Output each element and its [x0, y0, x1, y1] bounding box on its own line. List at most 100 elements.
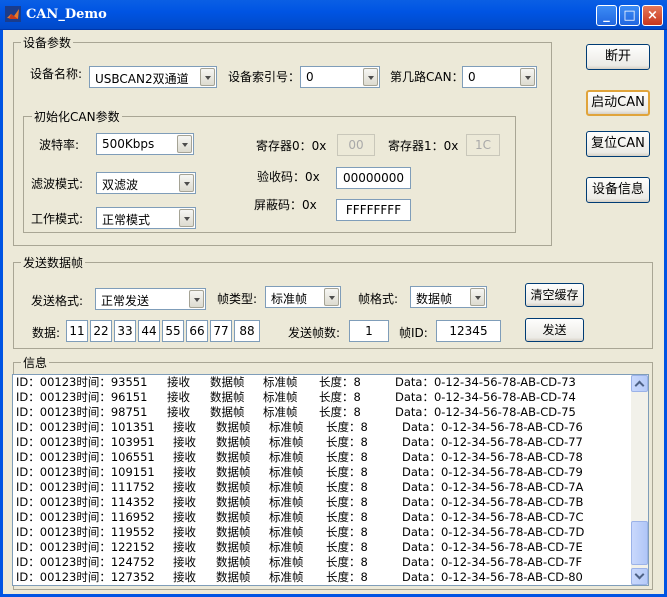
baud-select[interactable]: 500Kbps — [96, 133, 194, 155]
send-count-field[interactable]: 1 — [349, 320, 389, 342]
list-cell: 标准帧 — [263, 375, 298, 389]
list-cell: ID：00123时间：119552 — [16, 525, 155, 539]
list-cell: 接收 — [167, 405, 190, 419]
list-cell: 数据帧 — [216, 540, 251, 554]
device-params-legend: 设备参数 — [21, 34, 74, 51]
device-index-select[interactable]: 0 — [300, 66, 380, 88]
list-cell: 接收 — [173, 420, 196, 434]
maximize-button[interactable]: □ — [619, 5, 640, 26]
list-cell: 长度：8 — [319, 390, 361, 404]
list-cell: 标准帧 — [269, 540, 304, 554]
reset-can-button[interactable]: 复位CAN — [586, 131, 650, 157]
dropdown-arrow-icon[interactable] — [177, 135, 192, 153]
work-mode-value: 正常模式 — [102, 213, 151, 227]
scroll-up-icon[interactable] — [631, 375, 648, 392]
dropdown-arrow-icon[interactable] — [470, 288, 485, 306]
list-cell: 标准帧 — [269, 570, 304, 584]
dropdown-arrow-icon[interactable] — [179, 209, 194, 227]
dropdown-arrow-icon[interactable] — [363, 68, 378, 86]
title-bar[interactable]: CAN_Demo _ □ × — [0, 0, 667, 30]
list-cell: ID：00123时间：122152 — [16, 540, 155, 554]
frame-id-label: 帧ID: — [399, 326, 428, 340]
can-channel-label: 第几路CAN： — [390, 70, 464, 84]
list-cell: 数据帧 — [216, 480, 251, 494]
dropdown-arrow-icon[interactable] — [324, 288, 339, 306]
list-cell: ID：00123时间：127352 — [16, 570, 155, 584]
frame-format-label: 帧格式: — [358, 292, 399, 306]
register0-field[interactable]: 00 — [337, 134, 375, 156]
list-cell: 接收 — [173, 555, 196, 569]
list-cell: 长度：8 — [326, 540, 368, 554]
send-button[interactable]: 发送 — [525, 318, 584, 342]
list-cell: Data：0-12-34-56-78-AB-CD-73 — [395, 375, 576, 389]
list-cell: 长度：8 — [326, 480, 368, 494]
data-byte-field[interactable]: 88 — [234, 320, 260, 342]
list-cell: 接收 — [173, 435, 196, 449]
list-cell: 接收 — [167, 375, 190, 389]
list-cell: Data：0-12-34-56-78-AB-CD-7E — [402, 540, 583, 554]
register1-field[interactable]: 1C — [466, 134, 500, 156]
vertical-scrollbar[interactable] — [631, 375, 648, 585]
list-cell: 标准帧 — [269, 450, 304, 464]
list-cell: 接收 — [173, 570, 196, 584]
baud-value: 500Kbps — [102, 137, 155, 151]
list-cell: 数据帧 — [216, 525, 251, 539]
frame-type-label: 帧类型: — [217, 292, 258, 306]
close-button[interactable]: × — [642, 5, 663, 26]
device-info-button[interactable]: 设备信息 — [586, 177, 650, 203]
list-cell: 长度：8 — [326, 510, 368, 524]
list-cell: ID：00123时间：109151 — [16, 465, 155, 479]
frame-id-field[interactable]: 12345 — [436, 320, 501, 342]
dropdown-arrow-icon[interactable] — [520, 68, 535, 86]
list-cell: Data：0-12-34-56-78-AB-CD-7A — [402, 480, 584, 494]
data-byte-field[interactable]: 11 — [66, 320, 88, 342]
work-mode-select[interactable]: 正常模式 — [96, 207, 196, 229]
device-name-value: USBCAN2双通道 — [95, 72, 189, 86]
filter-mode-value: 双滤波 — [102, 178, 139, 192]
message-listbox[interactable]: ID：00123时间：93551 接收 数据帧 标准帧 长度：8 Data：0-12-34… — [12, 374, 649, 586]
dropdown-arrow-icon[interactable] — [179, 174, 194, 192]
scroll-down-icon[interactable] — [631, 568, 648, 585]
list-cell: 数据帧 — [210, 375, 245, 389]
frame-format-select[interactable]: 数据帧 — [410, 286, 487, 308]
list-cell: 接收 — [173, 465, 196, 479]
list-cell: ID：00123时间：103951 — [16, 435, 155, 449]
list-cell: 数据帧 — [216, 435, 251, 449]
data-byte-field[interactable]: 22 — [90, 320, 112, 342]
list-cell: 长度：8 — [319, 405, 361, 419]
data-byte-field[interactable]: 77 — [210, 320, 232, 342]
list-cell: 数据帧 — [216, 420, 251, 434]
list-cell: 长度：8 — [326, 495, 368, 509]
dropdown-arrow-icon[interactable] — [189, 290, 204, 308]
can-channel-select[interactable]: 0 — [462, 66, 537, 88]
device-name-select[interactable]: USBCAN2双通道 — [89, 66, 217, 88]
data-byte-field[interactable]: 55 — [162, 320, 184, 342]
list-cell: 标准帧 — [269, 555, 304, 569]
minimize-button[interactable]: _ — [596, 5, 617, 26]
list-cell: 标准帧 — [269, 465, 304, 479]
list-cell: 标准帧 — [269, 495, 304, 509]
frame-type-select[interactable]: 标准帧 — [265, 286, 341, 308]
list-cell: 长度：8 — [319, 375, 361, 389]
disconnect-button[interactable]: 断开 — [586, 44, 650, 70]
filter-mode-select[interactable]: 双滤波 — [96, 172, 196, 194]
scroll-thumb[interactable] — [631, 521, 648, 565]
list-cell: Data：0-12-34-56-78-AB-CD-78 — [402, 450, 583, 464]
list-cell: 数据帧 — [216, 450, 251, 464]
list-cell: ID：00123时间：116952 — [16, 510, 155, 524]
list-cell: 数据帧 — [216, 555, 251, 569]
send-format-select[interactable]: 正常发送 — [95, 288, 206, 310]
acceptance-code-field[interactable]: 00000000 — [336, 167, 411, 189]
list-cell: 标准帧 — [269, 510, 304, 524]
start-can-button[interactable]: 启动CAN — [586, 90, 650, 116]
list-cell: 长度：8 — [326, 420, 368, 434]
list-cell: 接收 — [173, 540, 196, 554]
list-cell: Data：0-12-34-56-78-AB-CD-75 — [395, 405, 576, 419]
list-cell: 数据帧 — [216, 495, 251, 509]
mask-code-field[interactable]: FFFFFFFF — [336, 199, 411, 221]
clear-buffer-button[interactable]: 清空缓存 — [525, 283, 584, 307]
data-byte-field[interactable]: 66 — [186, 320, 208, 342]
dropdown-arrow-icon[interactable] — [200, 68, 215, 86]
data-byte-field[interactable]: 44 — [138, 320, 160, 342]
data-byte-field[interactable]: 33 — [114, 320, 136, 342]
